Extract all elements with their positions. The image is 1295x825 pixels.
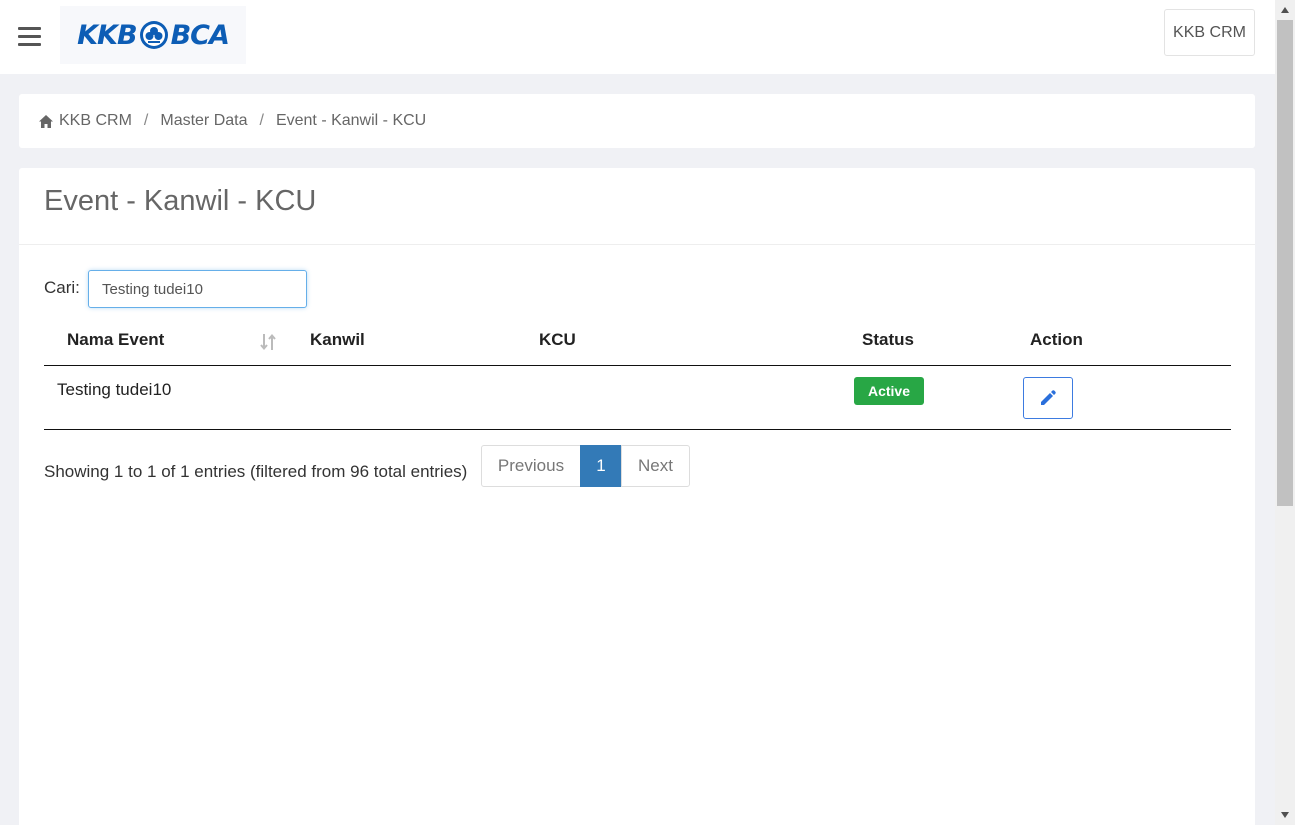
table-bottom-border [44, 429, 1231, 430]
scrollbar-thumb[interactable] [1277, 20, 1293, 506]
breadcrumb-item-home: KKB CRM [59, 112, 132, 129]
page-title: Event - Kanwil - KCU [44, 185, 317, 217]
breadcrumb-item-master-data[interactable]: Master Data [160, 112, 247, 130]
pagination: Previous 1 Next [481, 445, 690, 487]
scroll-up-arrow-icon[interactable] [1275, 0, 1295, 20]
pagination-previous-button[interactable]: Previous [481, 445, 581, 487]
cell-nama-event: Testing tudei10 [57, 380, 172, 399]
table-header-border [44, 365, 1231, 366]
scroll-down-arrow-icon[interactable] [1275, 805, 1295, 825]
main-content-card: Event - Kanwil - KCU Cari: Nama Event Ka… [19, 168, 1255, 825]
column-header-status[interactable]: Status [862, 330, 914, 350]
edit-button[interactable] [1023, 377, 1073, 419]
menu-icon[interactable] [18, 27, 41, 46]
top-navbar: KKB BCA KKB CRM [0, 0, 1275, 74]
column-header-kanwil[interactable]: Kanwil [310, 330, 365, 350]
user-menu-button[interactable]: KKB CRM [1164, 9, 1255, 56]
home-icon [39, 114, 53, 128]
divider [19, 244, 1255, 245]
search-label: Cari: [44, 278, 80, 297]
sort-icon[interactable] [258, 332, 278, 352]
pencil-icon [1041, 390, 1056, 405]
table-info: Showing 1 to 1 of 1 entries (filtered fr… [44, 462, 468, 481]
bca-seal-icon [139, 21, 168, 49]
pagination-next-button[interactable]: Next [621, 445, 690, 487]
breadcrumb-home-link[interactable]: KKB CRM [39, 112, 132, 130]
search-input[interactable] [88, 270, 307, 308]
column-header-action: Action [1030, 330, 1083, 349]
logo-text-bca: BCA [170, 19, 230, 51]
column-header-kcu[interactable]: KCU [539, 330, 576, 350]
page-scrollbar[interactable] [1275, 0, 1295, 825]
breadcrumb: KKB CRM / Master Data / Event - Kanwil -… [19, 94, 1255, 148]
column-header-nama-event[interactable]: Nama Event [67, 330, 164, 350]
logo[interactable]: KKB BCA [60, 6, 246, 64]
logo-text-kkb: KKB [77, 19, 137, 51]
breadcrumb-separator: / [143, 112, 149, 129]
status-badge: Active [854, 377, 924, 405]
breadcrumb-separator: / [259, 112, 264, 129]
breadcrumb-item-current: Event - Kanwil - KCU [275, 112, 427, 129]
pagination-page-1[interactable]: 1 [580, 445, 622, 487]
